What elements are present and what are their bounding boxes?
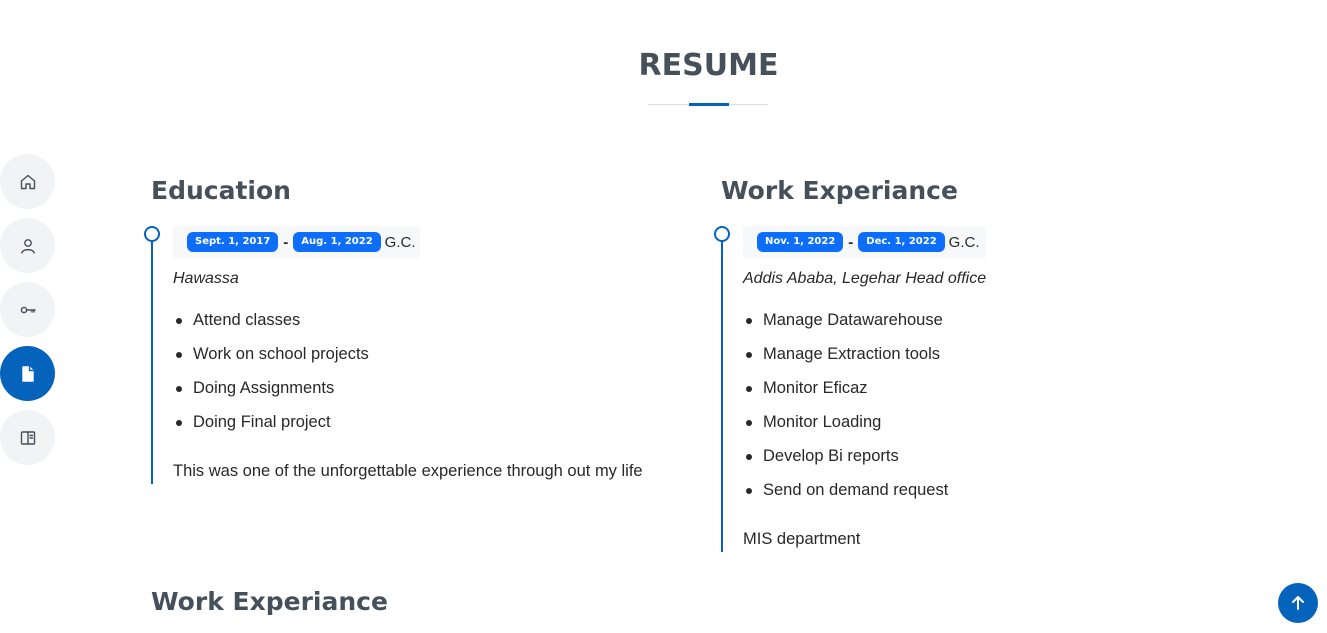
- education-timeline-dot: [144, 226, 160, 242]
- list-item: Doing Final project: [173, 412, 369, 446]
- list-item: Monitor Eficaz: [743, 378, 948, 412]
- title-accent: [689, 103, 729, 106]
- list-item: Monitor Loading: [743, 412, 948, 446]
- list-item: Work on school projects: [173, 344, 369, 378]
- arrow-up-icon: [1292, 596, 1304, 610]
- education-list: Attend classes Work on school projects D…: [173, 310, 369, 446]
- list-item: Send on demand request: [743, 480, 948, 514]
- work-place: Addis Ababa, Legehar Head office: [743, 270, 987, 287]
- education-calendar: G.C.: [384, 233, 416, 251]
- education-start-date: Sept. 1, 2017: [187, 232, 279, 252]
- work-list: Manage Datawarehouse Manage Extraction t…: [743, 310, 948, 514]
- section-title: RESUME: [638, 48, 779, 83]
- work-timeline: [721, 234, 723, 552]
- back-to-top-button[interactable]: [1278, 583, 1318, 623]
- date-separator: -: [848, 233, 854, 251]
- education-summary: This was one of the unforgettable experi…: [173, 462, 643, 480]
- list-item: Doing Assignments: [173, 378, 369, 412]
- education-timeline: [151, 234, 153, 484]
- work-start-date: Nov. 1, 2022: [757, 232, 844, 252]
- home-icon: [20, 174, 35, 189]
- work-calendar: G.C.: [948, 233, 980, 251]
- date-separator: -: [283, 233, 289, 251]
- work-title-2: Work Experiance: [151, 587, 388, 616]
- work-timeline-dot: [714, 226, 730, 242]
- list-item: Develop Bi reports: [743, 446, 948, 480]
- person-icon: [20, 238, 35, 254]
- nav-resume[interactable]: [0, 346, 55, 401]
- education-title: Education: [151, 176, 291, 205]
- work-end-date: Dec. 1, 2022: [858, 232, 945, 252]
- nav-portfolio[interactable]: [0, 410, 55, 465]
- work-date-range: Nov. 1, 2022 - Dec. 1, 2022 G.C.: [743, 226, 986, 258]
- file-icon: [21, 365, 34, 382]
- work-title: Work Experiance: [721, 176, 958, 205]
- list-item: Manage Extraction tools: [743, 344, 948, 378]
- nav-home[interactable]: [0, 154, 55, 209]
- nav-skills[interactable]: [0, 282, 55, 337]
- list-item: Attend classes: [173, 310, 369, 344]
- work-summary: MIS department: [743, 530, 861, 548]
- list-item: Manage Datawarehouse: [743, 310, 948, 344]
- book-icon: [20, 430, 35, 445]
- education-end-date: Aug. 1, 2022: [293, 232, 381, 252]
- education-place: Hawassa: [173, 270, 239, 287]
- key-icon: [20, 306, 36, 313]
- nav-about[interactable]: [0, 218, 55, 273]
- education-date-range: Sept. 1, 2017 - Aug. 1, 2022 G.C.: [173, 226, 420, 258]
